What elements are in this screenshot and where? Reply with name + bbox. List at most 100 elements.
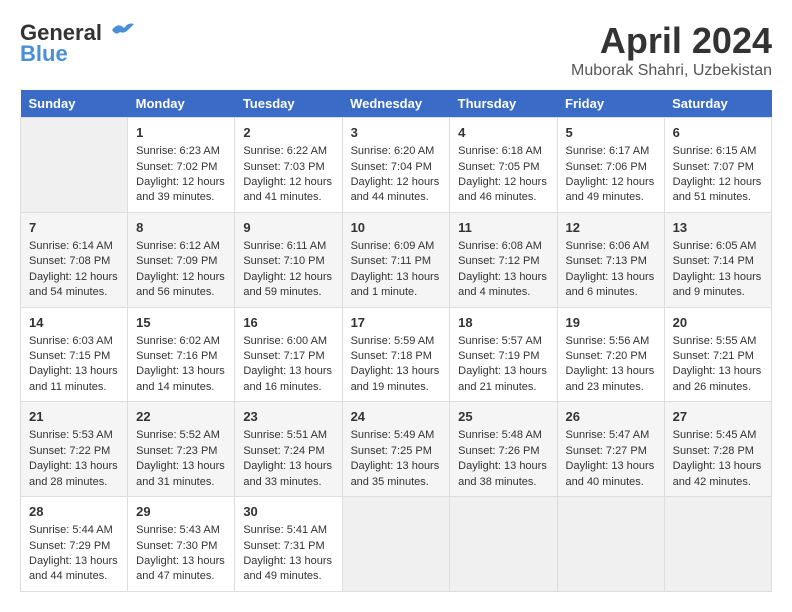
sunset-text: Sunset: 7:18 PM <box>351 350 432 362</box>
header-wednesday: Wednesday <box>342 90 450 118</box>
calendar-cell: 29 Sunrise: 5:43 AM Sunset: 7:30 PM Dayligh… <box>128 497 235 592</box>
day-number: 14 <box>29 314 119 332</box>
sunrise-text: Sunrise: 6:14 AM <box>29 240 113 252</box>
sunset-text: Sunset: 7:30 PM <box>136 540 217 552</box>
daylight-text: Daylight: 13 hours and 23 minutes. <box>566 365 655 392</box>
calendar-cell: 9Sunrise: 6:11 AMSunset: 7:10 PMDaylight… <box>235 212 342 307</box>
calendar-cell: 18Sunrise: 5:57 AMSunset: 7:19 PMDayligh… <box>450 307 557 402</box>
daylight-text: Daylight: 12 hours and 46 minutes. <box>458 176 547 203</box>
sunset-text: Sunset: 7:28 PM <box>673 445 754 457</box>
title-area: April 2024 Muborak Shahri, Uzbekistan <box>571 20 772 80</box>
calendar-cell: 10Sunrise: 6:09 AMSunset: 7:11 PMDayligh… <box>342 212 450 307</box>
sunset-text: Sunset: 7:15 PM <box>29 350 110 362</box>
sunrise-text: Sunrise: 5:48 AM <box>458 429 542 441</box>
sunset-text: Sunset: 7:16 PM <box>136 350 217 362</box>
calendar-cell: 21Sunrise: 5:53 AMSunset: 7:22 PMDayligh… <box>21 402 128 497</box>
day-number: 7 <box>29 219 119 237</box>
calendar-cell: 25Sunrise: 5:48 AMSunset: 7:26 PMDayligh… <box>450 402 557 497</box>
calendar-cell: 5Sunrise: 6:17 AMSunset: 7:06 PMDaylight… <box>557 118 664 213</box>
sunset-text: Sunset: 7:08 PM <box>29 255 110 267</box>
sunset-text: Sunset: 7:03 PM <box>243 161 324 173</box>
day-number: 12 <box>566 219 656 237</box>
day-number: 11 <box>458 219 548 237</box>
sunrise-text: Sunrise: 5:52 AM <box>136 429 220 441</box>
calendar-cell: 26Sunrise: 5:47 AMSunset: 7:27 PMDayligh… <box>557 402 664 497</box>
sunrise-text: Sunrise: 5:41 AM <box>243 524 327 536</box>
calendar-cell: 28Sunrise: 5:44 AMSunset: 7:29 PMDayligh… <box>21 497 128 592</box>
calendar-cell: 4 Sunrise: 6:18 AM Sunset: 7:05 PM Daylight… <box>450 118 557 213</box>
daylight-text: Daylight: 13 hours and 31 minutes. <box>136 460 225 487</box>
calendar-cell: 1Sunrise: 6:23 AMSunset: 7:02 PMDaylight… <box>128 118 235 213</box>
daylight-text: Daylight: 12 hours and 51 minutes. <box>673 176 762 203</box>
day-number: 1 <box>136 124 226 142</box>
daylight-text: Daylight: 13 hours and 44 minutes. <box>29 555 118 582</box>
day-number: 22 <box>136 408 226 426</box>
day-number: 27 <box>673 408 763 426</box>
sunrise-text: Sunrise: 6:09 AM <box>351 240 435 252</box>
sunset-text: Sunset: 7:22 PM <box>29 445 110 457</box>
calendar-cell: 20Sunrise: 5:55 AMSunset: 7:21 PMDayligh… <box>664 307 771 402</box>
calendar-week-row: 7 Sunrise: 6:14 AM Sunset: 7:08 PM Daylight… <box>21 212 772 307</box>
sunrise-text: Sunrise: 6:18 AM <box>458 145 542 157</box>
daylight-text: Daylight: 13 hours and 19 minutes. <box>351 365 440 392</box>
sunset-text: Sunset: 7:02 PM <box>136 161 217 173</box>
header-saturday: Saturday <box>664 90 771 118</box>
calendar-cell: 3Sunrise: 6:20 AMSunset: 7:04 PMDaylight… <box>342 118 450 213</box>
calendar-cell: 22Sunrise: 5:52 AMSunset: 7:23 PMDayligh… <box>128 402 235 497</box>
daylight-text: Daylight: 12 hours and 56 minutes. <box>136 271 225 298</box>
day-number: 30 <box>243 503 333 521</box>
day-number: 5 <box>566 124 656 142</box>
sunrise-text: Sunrise: 6:20 AM <box>351 145 435 157</box>
day-number: 3 <box>351 124 442 142</box>
sunset-text: Sunset: 7:11 PM <box>351 255 432 267</box>
header-friday: Friday <box>557 90 664 118</box>
day-number: 25 <box>458 408 548 426</box>
calendar-cell: 8Sunrise: 6:12 AMSunset: 7:09 PMDaylight… <box>128 212 235 307</box>
day-number: 10 <box>351 219 442 237</box>
day-number: 19 <box>566 314 656 332</box>
daylight-text: Daylight: 13 hours and 26 minutes. <box>673 365 762 392</box>
day-number: 16 <box>243 314 333 332</box>
calendar-week-row: 1Sunrise: 6:23 AMSunset: 7:02 PMDaylight… <box>21 118 772 213</box>
header: General Blue April 2024 Muborak Shahri, … <box>20 20 772 80</box>
header-monday: Monday <box>128 90 235 118</box>
sunrise-text: Sunrise: 6:12 AM <box>136 240 220 252</box>
day-number: 29 <box>136 503 226 521</box>
sunrise-text: Sunrise: 6:05 AM <box>673 240 757 252</box>
daylight-text: Daylight: 13 hours and 16 minutes. <box>243 365 332 392</box>
day-number: 4 <box>458 124 548 142</box>
calendar-cell: 23Sunrise: 5:51 AMSunset: 7:24 PMDayligh… <box>235 402 342 497</box>
day-number: 23 <box>243 408 333 426</box>
daylight-text: Daylight: 13 hours and 35 minutes. <box>351 460 440 487</box>
daylight-text: Daylight: 13 hours and 47 minutes. <box>136 555 225 582</box>
calendar-cell: 19Sunrise: 5:56 AMSunset: 7:20 PMDayligh… <box>557 307 664 402</box>
day-number: 28 <box>29 503 119 521</box>
calendar-cell: 30Sunrise: 5:41 AMSunset: 7:31 PMDayligh… <box>235 497 342 592</box>
day-number: 18 <box>458 314 548 332</box>
sunrise-text: Sunrise: 5:45 AM <box>673 429 757 441</box>
day-number: 17 <box>351 314 442 332</box>
sunset-text: Sunset: 7:09 PM <box>136 255 217 267</box>
sunset-text: Sunset: 7:14 PM <box>673 255 754 267</box>
daylight-text: Daylight: 13 hours and 6 minutes. <box>566 271 655 298</box>
calendar-cell: 14Sunrise: 6:03 AMSunset: 7:15 PMDayligh… <box>21 307 128 402</box>
sunrise-text: Sunrise: 6:02 AM <box>136 335 220 347</box>
sunrise-text: Sunrise: 6:03 AM <box>29 335 113 347</box>
sunset-text: Sunset: 7:21 PM <box>673 350 754 362</box>
daylight-text: Daylight: 12 hours and 44 minutes. <box>351 176 440 203</box>
sunrise-text: Sunrise: 5:53 AM <box>29 429 113 441</box>
sunrise-text: Sunrise: 6:22 AM <box>243 145 327 157</box>
daylight-text: Daylight: 13 hours and 21 minutes. <box>458 365 547 392</box>
day-number: 2 <box>243 124 333 142</box>
sunrise-text: Sunrise: 6:17 AM <box>566 145 650 157</box>
sunrise-text: Sunrise: 5:43 AM <box>136 524 220 536</box>
calendar-week-row: 14 Sunrise: 6:03 AM Sunset: 7:15 PM Dayligh… <box>21 307 772 402</box>
calendar-cell: 24Sunrise: 5:49 AMSunset: 7:25 PMDayligh… <box>342 402 450 497</box>
sunset-text: Sunset: 7:24 PM <box>243 445 324 457</box>
sunrise-text: Sunrise: 5:59 AM <box>351 335 435 347</box>
sunset-text: Sunset: 7:10 PM <box>243 255 324 267</box>
calendar-cell: 7Sunrise: 6:14 AMSunset: 7:08 PMDaylight… <box>21 212 128 307</box>
calendar-table: SundayMondayTuesdayWednesdayThursdayFrid… <box>20 90 772 592</box>
sunset-text: Sunset: 7:05 PM <box>458 161 539 173</box>
calendar-cell <box>450 497 557 592</box>
